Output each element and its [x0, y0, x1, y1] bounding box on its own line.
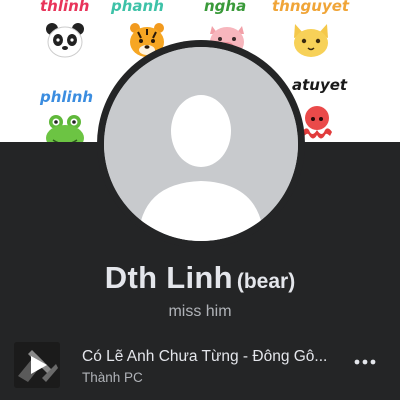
sticker-name-phanh: phanh	[111, 0, 164, 15]
sticker-name-atuyet: atuyet	[292, 76, 348, 94]
profile-avatar[interactable]	[104, 47, 298, 241]
profile-music[interactable]: Có Lẽ Anh Chưa Từng - Đông Gô... Thành P…	[0, 336, 400, 392]
song-title: Có Lẽ Anh Chưa Từng - Đông Gô...	[82, 348, 328, 365]
cat-icon	[294, 24, 328, 57]
profile-nickname: (bear)	[236, 270, 296, 293]
panda-icon	[46, 23, 84, 58]
sticker-name-ngha: ngha	[204, 0, 247, 15]
sticker-name-thnguyet: thnguyet	[272, 0, 350, 15]
profile-bio: miss him	[168, 303, 232, 320]
song-artist: Thành PC	[82, 370, 143, 385]
default-user-icon	[104, 47, 298, 241]
profile-name: Dth Linh	[104, 260, 233, 295]
sticker-name-thlinh: thlinh	[40, 0, 90, 15]
frog-icon	[46, 115, 84, 142]
more-horizontal-icon[interactable]	[350, 350, 380, 374]
profile-name-row: Dth Linh (bear)	[0, 260, 400, 296]
play-icon[interactable]	[14, 342, 60, 388]
album-art[interactable]	[14, 342, 60, 388]
sticker-name-phlinh: phlinh	[40, 88, 94, 106]
